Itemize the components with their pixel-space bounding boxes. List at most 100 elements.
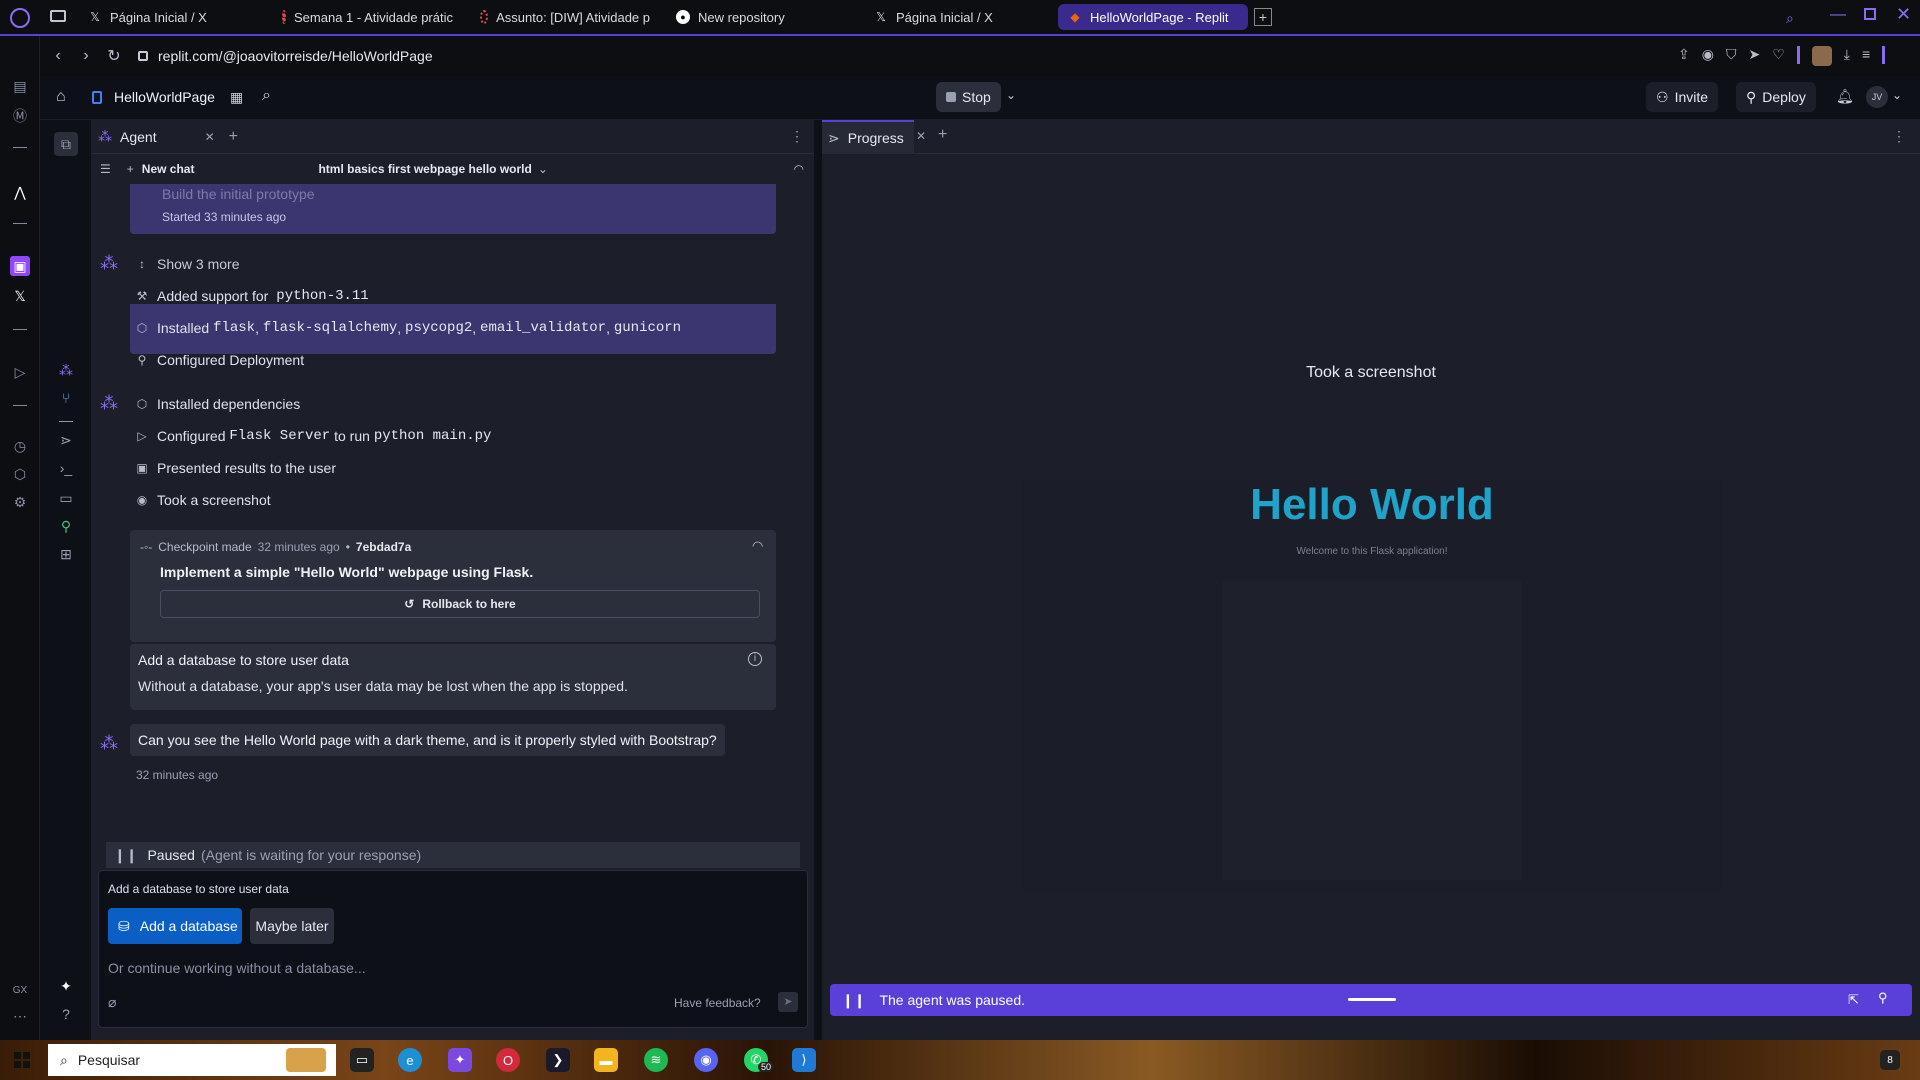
- extensions-icon[interactable]: ⬡: [10, 464, 30, 484]
- pin-icon[interactable]: ⚲: [1878, 990, 1888, 1006]
- search-icon[interactable]: ⌕: [262, 87, 271, 105]
- menu-icon[interactable]: ≡: [1862, 46, 1870, 66]
- gauge-icon[interactable]: ◠: [752, 538, 763, 554]
- pane-splitter[interactable]: [814, 120, 822, 1040]
- project-name[interactable]: HelloWorldPage: [114, 89, 215, 105]
- maximize-icon[interactable]: [1864, 8, 1876, 20]
- vscode-icon[interactable]: ⟩: [792, 1048, 816, 1072]
- info-icon[interactable]: i: [748, 652, 762, 666]
- stop-button[interactable]: Stop: [936, 82, 1001, 112]
- search-tabs-icon[interactable]: ⌕: [1786, 10, 1794, 27]
- kebab-menu-icon[interactable]: ⋮: [790, 128, 804, 145]
- chat-input[interactable]: Or continue working without a database..…: [108, 960, 366, 976]
- invite-button[interactable]: ⚇ Invite: [1646, 82, 1719, 112]
- database-card-title: Add a database to store user data: [138, 652, 349, 668]
- new-tab-icon[interactable]: +: [1254, 8, 1272, 26]
- feedback-link[interactable]: Have feedback?: [674, 996, 761, 1010]
- windows-start-icon[interactable]: [14, 1052, 30, 1068]
- spotify-icon[interactable]: ≋: [644, 1048, 668, 1072]
- minimize-icon[interactable]: —: [1830, 6, 1846, 24]
- aria-icon[interactable]: ⋀: [10, 182, 30, 202]
- new-pane-icon[interactable]: ⧉: [54, 132, 78, 156]
- bell-icon[interactable]: 🔔︎: [1836, 88, 1854, 105]
- tab-progress[interactable]: ⋗ Progress: [822, 120, 914, 154]
- tab-menu-icon[interactable]: [50, 10, 66, 22]
- chevron-down-icon[interactable]: ⌄: [1006, 88, 1016, 102]
- show-more-button[interactable]: ↕ Show 3 more: [135, 256, 239, 272]
- opera-icon[interactable]: O: [496, 1048, 520, 1072]
- rollback-button[interactable]: ↺ Rollback to here: [160, 590, 760, 618]
- x-sidebar-icon[interactable]: 𝕏: [10, 286, 30, 306]
- help-icon[interactable]: ?: [56, 1004, 76, 1024]
- console-icon[interactable]: ›_: [56, 458, 76, 478]
- browser-tab-active[interactable]: ◆ HelloWorldPage - Replit: [1058, 4, 1248, 30]
- taskview-icon[interactable]: ▭: [350, 1048, 374, 1072]
- chevron-down-icon[interactable]: ⌄: [1892, 88, 1902, 102]
- all-tools-icon[interactable]: ⊞: [56, 544, 76, 564]
- profile-avatar[interactable]: [1811, 46, 1832, 66]
- add-tab-icon[interactable]: +: [229, 128, 238, 146]
- new-chat-button[interactable]: New chat: [142, 162, 195, 176]
- deployments-icon[interactable]: ⚲: [56, 516, 76, 536]
- send-icon[interactable]: ➤: [1748, 46, 1760, 66]
- forward-icon[interactable]: ›: [72, 42, 100, 70]
- shield-icon[interactable]: ⛉: [1726, 46, 1737, 66]
- player-icon[interactable]: ▷: [10, 362, 30, 382]
- attach-icon[interactable]: ⌀: [108, 994, 116, 1011]
- edge-icon[interactable]: e: [398, 1048, 422, 1072]
- browser-tab[interactable]: 𝕏 Página Inicial / X: [78, 4, 248, 30]
- file-explorer-icon[interactable]: ▬: [594, 1048, 618, 1072]
- deploy-button[interactable]: ⚲ Deploy: [1736, 82, 1816, 112]
- opera-logo-icon[interactable]: [10, 8, 30, 28]
- notification-icon[interactable]: 8: [1880, 1050, 1900, 1070]
- chevron-down-icon[interactable]: ⌄: [538, 162, 548, 176]
- history-icon[interactable]: ◷: [10, 436, 30, 456]
- files-icon[interactable]: ▦: [230, 89, 243, 106]
- close-window-icon[interactable]: ✕: [1896, 4, 1911, 25]
- maybe-later-button[interactable]: Maybe later: [250, 908, 334, 944]
- kebab-menu-icon[interactable]: ⋮: [1892, 128, 1906, 145]
- home-icon[interactable]: ⌂: [56, 88, 66, 106]
- lock-icon: [138, 51, 148, 61]
- close-icon[interactable]: ✕: [205, 130, 215, 144]
- sparkle-icon[interactable]: ✦: [56, 976, 76, 996]
- workspace-icon[interactable]: ▤: [10, 76, 30, 96]
- heart-icon[interactable]: ♡: [1772, 46, 1785, 66]
- expand-icon[interactable]: ⇱: [1848, 992, 1859, 1008]
- chat-list-icon[interactable]: ☰: [100, 162, 111, 176]
- download-icon[interactable]: ⤓: [1844, 46, 1850, 66]
- add-tab-icon[interactable]: +: [938, 126, 947, 144]
- git-icon[interactable]: ⑂: [56, 388, 76, 408]
- chat-title[interactable]: html basics first webpage hello world: [318, 162, 531, 176]
- send-button[interactable]: ➤: [778, 992, 798, 1012]
- taskbar-search[interactable]: ⌕ Pesquisar: [48, 1044, 336, 1076]
- browser-tab[interactable]: Assunto: [DIW] Atividade p: [470, 4, 660, 30]
- more-icon[interactable]: ⋯: [10, 1006, 30, 1026]
- terminal-icon[interactable]: ❯: [546, 1048, 570, 1072]
- close-icon[interactable]: ✕: [916, 129, 926, 143]
- browser-tab[interactable]: ● New repository: [666, 4, 856, 30]
- tab-agent[interactable]: ⁂ Agent ✕: [98, 128, 215, 145]
- url-field[interactable]: replit.com/@joaovitorreisde/HelloWorldPa…: [158, 48, 433, 64]
- reload-icon[interactable]: ↻: [100, 42, 128, 70]
- twitch-icon[interactable]: ▣: [10, 256, 30, 276]
- drag-handle[interactable]: [1348, 998, 1396, 1001]
- mail-icon[interactable]: Ⓜ: [10, 106, 30, 126]
- invite-label: Invite: [1674, 89, 1709, 105]
- browser-tab[interactable]: 𝕏 Página Inicial / X: [864, 4, 1044, 30]
- progress-icon[interactable]: ⋗: [56, 430, 76, 450]
- checkpoint-hash[interactable]: 7ebdad7a: [356, 540, 411, 554]
- camera-icon[interactable]: ◉: [1702, 46, 1714, 66]
- gauge-icon[interactable]: ◠: [794, 162, 804, 176]
- webview-icon[interactable]: ▭: [56, 488, 76, 508]
- share-icon[interactable]: ⇪: [1678, 46, 1690, 66]
- gx-icon[interactable]: GX: [10, 980, 30, 1000]
- settings-icon[interactable]: ⚙: [10, 492, 30, 512]
- copilot-icon[interactable]: ✦: [448, 1048, 472, 1072]
- agent-icon[interactable]: ⁂: [56, 360, 76, 380]
- discord-icon[interactable]: ◉: [694, 1048, 718, 1072]
- back-icon[interactable]: ‹: [44, 42, 72, 70]
- add-database-button[interactable]: ⛁ Add a database: [108, 908, 242, 944]
- user-avatar[interactable]: JV: [1866, 86, 1888, 108]
- browser-tab[interactable]: Semana 1 - Atividade prátic: [272, 4, 462, 30]
